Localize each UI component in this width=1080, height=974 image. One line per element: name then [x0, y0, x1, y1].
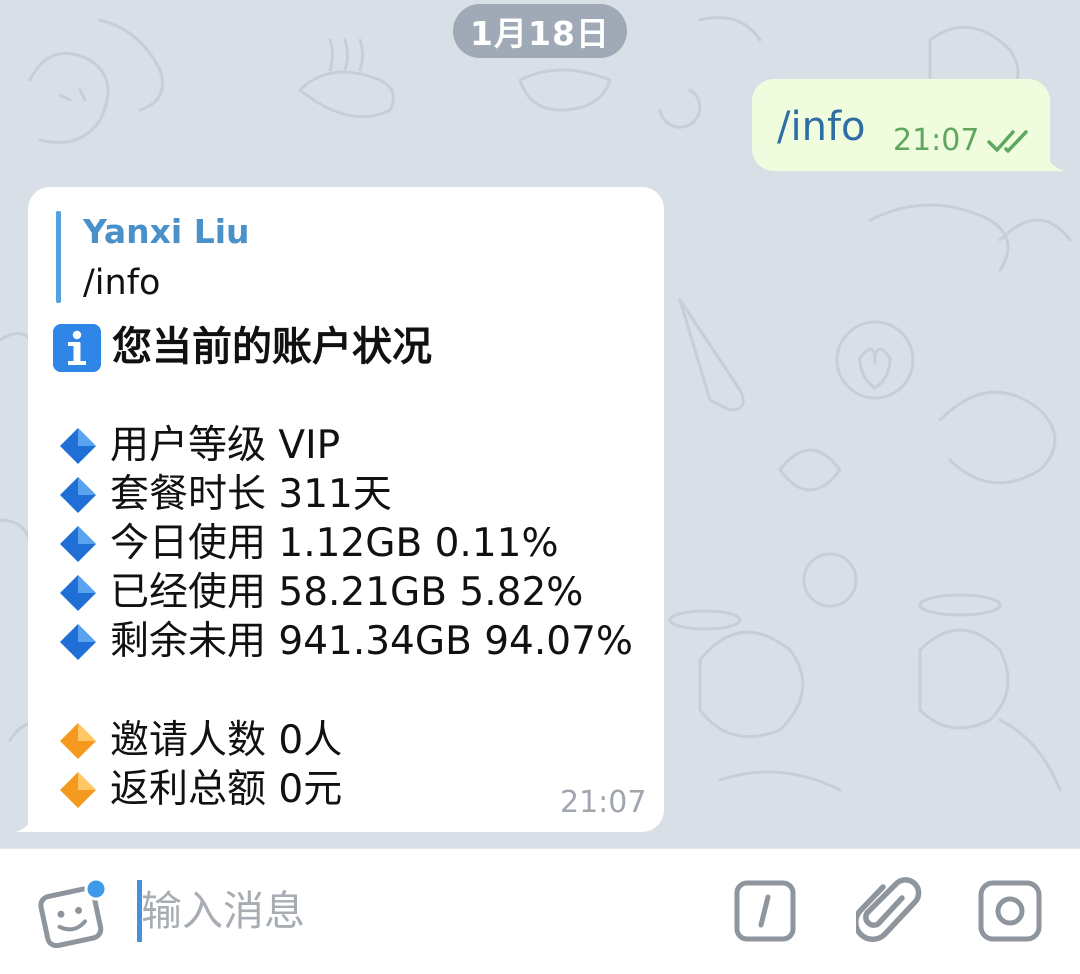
account-status-heading: 您当前的账户状况: [112, 324, 432, 370]
reply-author[interactable]: Yanxi Liu: [83, 212, 250, 252]
message-input-field[interactable]: 输入消息: [141, 883, 305, 939]
double-check-icon: [987, 130, 1028, 153]
date-separator: 1月18日: [453, 4, 627, 58]
information-icon: [53, 324, 101, 372]
stat-rebate-total-text: 返利总额 0元: [110, 767, 343, 812]
stat-row-invite-count: 邀请人数 0人: [58, 716, 342, 766]
outgoing-message-time: 21:07: [893, 123, 980, 158]
stat-used-total-text: 已经使用 58.21GB 5.82%: [110, 570, 584, 615]
blue-diamond-icon: [60, 624, 96, 660]
chat-screen: 1月18日 /info 21:07 Yanxi Liu /info 您当前的账户…: [0, 0, 1080, 974]
reply-quote-bar[interactable]: [56, 211, 61, 303]
stat-remaining-text: 剩余未用 941.34GB 94.07%: [110, 619, 633, 664]
incoming-bubble-tail: [16, 804, 46, 832]
outgoing-message-text: /info: [777, 104, 866, 150]
stat-invite-count-text: 邀请人数 0人: [110, 718, 343, 763]
bot-command-icon[interactable]: [734, 880, 796, 942]
stat-row-today-usage: 今日使用 1.12GB 0.11%: [58, 519, 559, 569]
blue-diamond-icon: [60, 526, 96, 562]
attach-icon[interactable]: [856, 876, 922, 946]
stat-today-usage-text: 今日使用 1.12GB 0.11%: [110, 521, 559, 566]
stat-plan-duration-text: 套餐时长 311天: [110, 472, 392, 517]
sticker-icon[interactable]: [36, 878, 112, 948]
incoming-message-time: 21:07: [560, 785, 647, 820]
blue-diamond-icon: [60, 477, 96, 513]
stat-row-rebate-total: 返利总额 0元: [58, 765, 342, 815]
stat-row-used-total: 已经使用 58.21GB 5.82%: [58, 568, 583, 618]
orange-diamond-icon: [60, 723, 96, 759]
outgoing-bubble-tail: [1036, 143, 1064, 171]
blue-diamond-icon: [60, 428, 96, 464]
stat-user-level-text: 用户等级 VIP: [110, 423, 341, 468]
camera-icon[interactable]: [978, 880, 1042, 942]
reply-quoted-text[interactable]: /info: [83, 262, 160, 304]
stat-row-remaining: 剩余未用 941.34GB 94.07%: [58, 617, 633, 667]
blue-diamond-icon: [60, 575, 96, 611]
stat-row-user-level: 用户等级 VIP: [58, 421, 340, 471]
stat-row-plan-duration: 套餐时长 311天: [58, 470, 392, 520]
orange-diamond-icon: [60, 772, 96, 808]
